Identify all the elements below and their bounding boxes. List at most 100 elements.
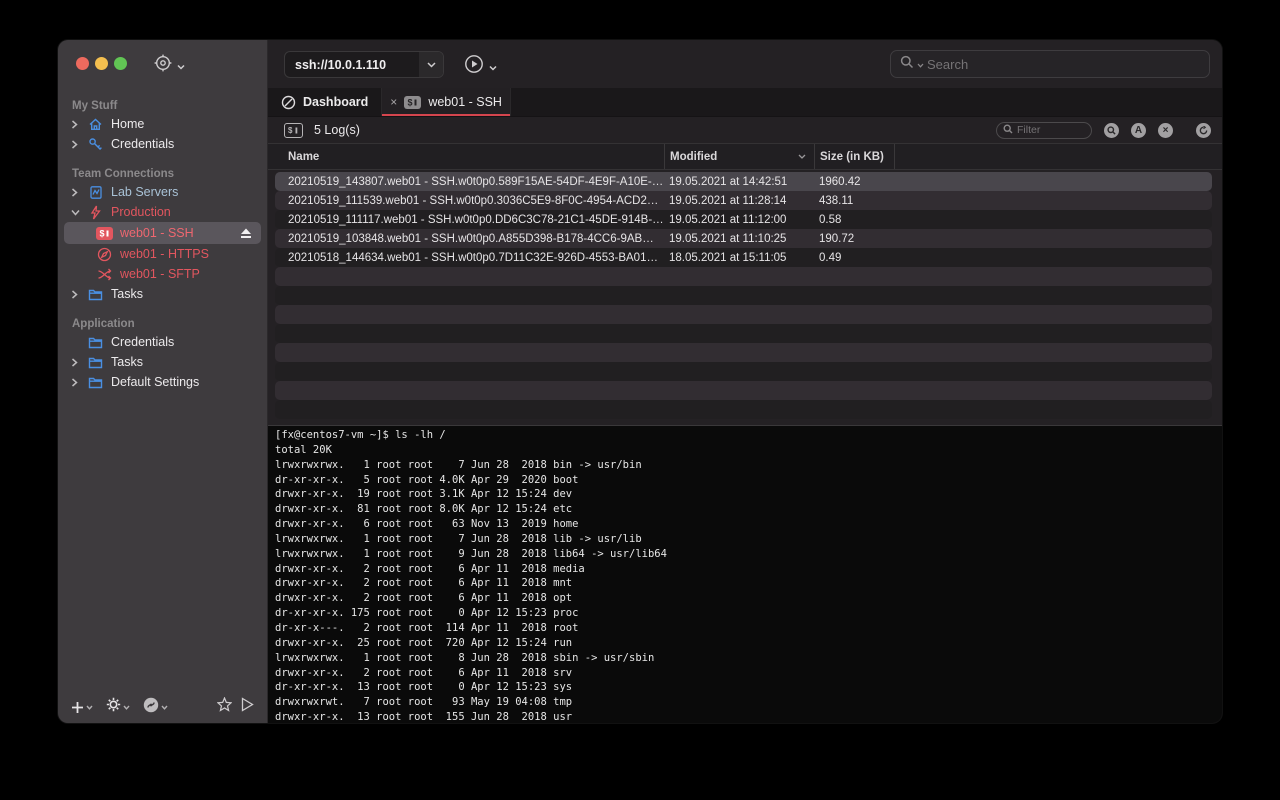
app-window: My Stuff Home Credentials Team Connectio… [58, 40, 1222, 723]
sidebar-item-label: Tasks [111, 287, 143, 301]
filter-field[interactable] [996, 122, 1092, 139]
chevron-right-icon[interactable] [71, 140, 80, 149]
folder-icon [87, 354, 104, 370]
chevron-right-icon[interactable] [71, 378, 80, 387]
column-header-size[interactable]: Size (in KB) [814, 144, 894, 169]
font-size-button[interactable]: A [1131, 123, 1146, 138]
column-header-spacer [894, 144, 1222, 169]
terminal-line: dr-xr-xr-x. 5 root root 4.0K Apr 29 2020… [275, 473, 1222, 488]
clear-logs-button[interactable]: × [1158, 123, 1173, 138]
terminal-pane[interactable]: [fx@centos7-vm ~]$ ls -lh / total 20K lr… [268, 425, 1222, 723]
folder-icon [87, 334, 104, 350]
sidebar-item-credentials[interactable]: Credentials [58, 134, 267, 154]
chevron-down-icon [86, 705, 93, 710]
sidebar-item-label: web01 - SSH [120, 226, 233, 240]
chevron-down-icon[interactable] [489, 58, 497, 76]
terminal-line: drwxr-xr-x. 2 root root 6 Apr 11 2018 mn… [275, 576, 1222, 591]
connect-play-icon[interactable] [241, 697, 254, 717]
tab-label: Dashboard [303, 95, 368, 109]
add-connection-button[interactable] [71, 701, 93, 714]
chevron-down-icon [161, 705, 168, 710]
refresh-button[interactable] [1196, 123, 1211, 138]
search-field[interactable] [890, 50, 1210, 78]
gear-icon [106, 697, 121, 717]
log-row-empty [275, 343, 1212, 362]
log-row-empty [275, 381, 1212, 400]
address-value[interactable]: ssh://10.0.1.110 [285, 58, 419, 72]
close-window-button[interactable] [76, 57, 89, 70]
terminal-line: drwxr-xr-x. 13 root root 155 Jun 28 2018… [275, 710, 1222, 723]
log-table-header: Name Modified Size (in KB) [268, 143, 1222, 170]
address-combobox[interactable]: ssh://10.0.1.110 [284, 51, 444, 78]
svg-text:$: $ [100, 228, 105, 238]
minimize-window-button[interactable] [95, 57, 108, 70]
log-row[interactable]: 20210519_111117.web01 - SSH.w0t0p0.DD6C3… [275, 210, 1212, 229]
terminal-line: lrwxrwxrwx. 1 root root 7 Jun 28 2018 li… [275, 532, 1222, 547]
terminal-line: drwxr-xr-x. 25 root root 720 Apr 12 15:2… [275, 636, 1222, 651]
eject-icon[interactable] [240, 228, 252, 239]
terminal-line: drwxr-xr-x. 6 root root 63 Nov 13 2019 h… [275, 517, 1222, 532]
sidebar-item-tasks-team[interactable]: Tasks [58, 284, 267, 304]
main-area: ssh://10.0.1.110 [267, 40, 1222, 723]
terminal-line: lrwxrwxrwx. 1 root root 7 Jun 28 2018 bi… [275, 458, 1222, 473]
terminal-line: dr-xr-x---. 2 root root 114 Apr 11 2018 … [275, 621, 1222, 636]
sidebar-item-label: web01 - HTTPS [120, 247, 209, 261]
terminal-line: total 20K [275, 443, 1222, 458]
sidebar-item-label: web01 - SFTP [120, 267, 200, 281]
sidebar-bottom-toolbar [58, 691, 267, 723]
chevron-down-icon[interactable] [71, 209, 80, 216]
terminal-line: [fx@centos7-vm ~]$ ls -lh / [275, 428, 1222, 443]
tab-bar: Dashboard × $ web01 - SSH [268, 88, 1222, 117]
window-titlebar [58, 40, 267, 86]
favorite-star-icon[interactable] [217, 697, 232, 717]
log-row[interactable]: 20210519_103848.web01 - SSH.w0t0p0.A855D… [275, 229, 1212, 248]
filter-search-icon [1003, 121, 1013, 139]
sidebar-item-production[interactable]: Production [58, 202, 267, 222]
address-dropdown-button[interactable] [419, 52, 443, 77]
chevron-right-icon[interactable] [71, 358, 80, 367]
log-row[interactable]: 20210519_111539.web01 - SSH.w0t0p0.3036C… [275, 191, 1212, 210]
settings-button[interactable] [106, 697, 130, 717]
tab-dashboard[interactable]: Dashboard [268, 88, 382, 116]
sidebar-item-web01-ssh-selected[interactable]: $ web01 - SSH [64, 222, 261, 244]
connect-button-group[interactable] [464, 54, 497, 79]
zoom-window-button[interactable] [114, 57, 127, 70]
sidebar-item-default-settings[interactable]: Default Settings [58, 372, 267, 392]
sidebar-item-label: Lab Servers [111, 185, 178, 199]
transfer-arrows-icon [96, 266, 113, 282]
server-log-icon [87, 184, 104, 200]
terminal-line: dr-xr-xr-x. 13 root root 0 Apr 12 15:23 … [275, 680, 1222, 695]
search-scope-chevron-icon[interactable] [917, 55, 924, 73]
sidebar-item-app-tasks[interactable]: Tasks [58, 352, 267, 372]
log-panel-header: $ 5 Log(s) A × [268, 117, 1222, 143]
tab-web01-ssh[interactable]: × $ web01 - SSH [382, 88, 511, 116]
sidebar-item-app-credentials[interactable]: Credentials [58, 332, 267, 352]
log-row[interactable]: 20210519_143807.web01 - SSH.w0t0p0.589F1… [275, 172, 1212, 191]
chevron-right-icon[interactable] [71, 188, 80, 197]
sidebar-section-my-stuff: My Stuff [72, 100, 267, 112]
sidebar-item-lab-servers[interactable]: Lab Servers [58, 182, 267, 202]
column-header-modified[interactable]: Modified [664, 144, 814, 169]
close-tab-icon[interactable]: × [390, 95, 397, 109]
sidebar-section-team-connections: Team Connections [72, 168, 267, 180]
chevron-down-icon [123, 705, 130, 710]
sidebar-item-web01-https[interactable]: web01 - HTTPS [58, 244, 267, 264]
chevron-right-icon[interactable] [71, 290, 80, 299]
filter-input[interactable] [1017, 124, 1077, 136]
play-circle-icon[interactable] [464, 54, 484, 79]
sidebar-section-application: Application [72, 318, 267, 330]
target-icon [153, 53, 173, 78]
connection-scope-button[interactable] [153, 53, 185, 78]
column-header-name[interactable]: Name [268, 144, 664, 169]
sidebar-item-home[interactable]: Home [58, 114, 267, 134]
tab-label: web01 - SSH [428, 95, 502, 109]
search-icon [900, 55, 914, 74]
zoom-log-button[interactable] [1104, 123, 1119, 138]
terminal-line: drwxr-xr-x. 19 root root 3.1K Apr 12 15:… [275, 487, 1222, 502]
chevron-right-icon[interactable] [71, 120, 80, 129]
log-row-empty [275, 267, 1212, 286]
sidebar-item-web01-sftp[interactable]: web01 - SFTP [58, 264, 267, 284]
log-row[interactable]: 20210518_144634.web01 - SSH.w0t0p0.7D11C… [275, 248, 1212, 267]
connection-type-button[interactable] [143, 697, 168, 718]
search-input[interactable] [927, 57, 1200, 72]
